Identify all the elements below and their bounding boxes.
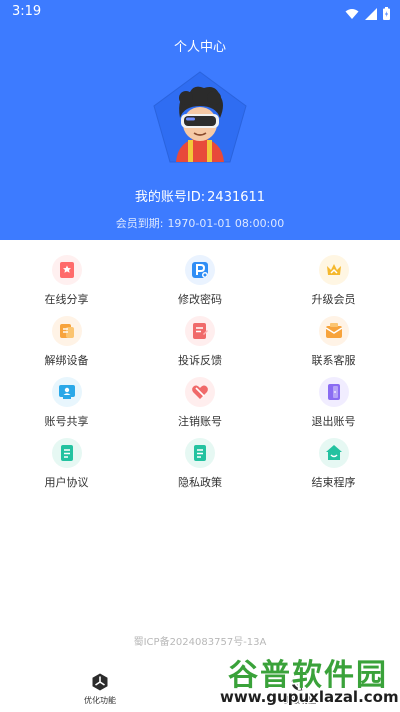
account-share-icon <box>51 377 82 407</box>
member-expire-value: 1970-01-01 08:00:00 <box>167 217 285 230</box>
tab-optimize[interactable]: 优化功能 <box>60 665 140 712</box>
menu-customer-service-label: 联系客服 <box>311 354 356 367</box>
logout-icon <box>318 377 349 407</box>
menu-unbind-device[interactable]: 解绑设备 <box>0 311 133 372</box>
advanced-icon <box>291 673 309 690</box>
unbind-device-icon <box>51 316 82 346</box>
menu-delete-account[interactable]: 注销账号 <box>133 372 267 433</box>
profile-screen: 3:19 个人中心 我的账号ID: 2431611 会员到期: 1970-01-… <box>0 0 400 712</box>
menu-online-share[interactable]: 在线分享 <box>0 250 133 311</box>
menu-logout-label: 退出账号 <box>311 415 356 428</box>
member-expire-label: 会员到期: <box>115 217 164 230</box>
menu-feedback-label: 投诉反馈 <box>178 354 222 367</box>
menu-online-share-label: 在线分享 <box>44 293 89 306</box>
menu-exit-program[interactable]: 结束程序 <box>267 433 400 494</box>
menu-privacy-policy[interactable]: 隐私政策 <box>133 433 267 494</box>
delete-account-icon <box>185 377 215 407</box>
avatar[interactable] <box>150 70 250 170</box>
online-share-icon <box>51 255 82 285</box>
status-bar: 3:19 <box>0 0 400 24</box>
profile-header: 3:19 个人中心 我的账号ID: 2431611 会员到期: 1970-01-… <box>0 0 400 240</box>
upgrade-member-icon <box>318 255 349 285</box>
menu-delete-account-label: 注销账号 <box>178 415 222 428</box>
page-title: 个人中心 <box>173 40 226 55</box>
menu-account-share[interactable]: 账号共享 <box>0 372 133 433</box>
privacy-policy-icon <box>185 438 215 468</box>
battery-icon <box>383 5 390 24</box>
menu-privacy-policy-label: 隐私政策 <box>178 476 222 489</box>
signal-icon <box>365 5 377 24</box>
menu-upgrade-member-label: 升级会员 <box>311 293 356 306</box>
menu-logout[interactable]: 退出账号 <box>267 372 400 433</box>
tab-advanced-label: 高级功能 <box>284 695 316 705</box>
change-password-icon <box>185 255 215 285</box>
menu-feedback[interactable]: 投诉反馈 <box>133 311 267 372</box>
optimize-icon <box>92 673 108 690</box>
wifi-icon <box>345 5 359 24</box>
menu-user-agreement[interactable]: 用户协议 <box>0 433 133 494</box>
icp-record[interactable]: 蜀ICP备2024083757号-13A <box>0 633 400 648</box>
menu-grid: 在线分享 修改密码 升级会员 解绑设备 投诉反馈 联系客服 账号共享 注销账号 … <box>0 250 400 494</box>
bottom-nav: 优化功能 高级功能 <box>0 665 400 712</box>
status-icons <box>345 5 390 24</box>
customer-service-icon <box>318 316 349 346</box>
member-expire: 会员到期: 1970-01-01 08:00:00 <box>0 215 400 231</box>
status-time: 3:19 <box>12 4 42 19</box>
menu-upgrade-member[interactable]: 升级会员 <box>267 250 400 311</box>
tab-optimize-label: 优化功能 <box>84 695 116 705</box>
menu-user-agreement-label: 用户协议 <box>44 476 89 489</box>
exit-program-icon <box>318 438 349 468</box>
menu-change-password-label: 修改密码 <box>178 293 222 306</box>
menu-change-password[interactable]: 修改密码 <box>133 250 267 311</box>
user-agreement-icon <box>51 438 82 468</box>
menu-customer-service[interactable]: 联系客服 <box>267 311 400 372</box>
account-id-label: 我的账号ID: <box>134 190 206 205</box>
account-id: 我的账号ID: 2431611 <box>0 186 400 205</box>
account-id-value: 2431611 <box>207 190 266 205</box>
avatar-icon <box>153 71 247 163</box>
menu-unbind-device-label: 解绑设备 <box>44 354 89 367</box>
feedback-icon <box>185 316 215 346</box>
menu-exit-program-label: 结束程序 <box>311 476 356 489</box>
tab-advanced[interactable]: 高级功能 <box>260 665 340 712</box>
menu-account-share-label: 账号共享 <box>44 415 89 428</box>
